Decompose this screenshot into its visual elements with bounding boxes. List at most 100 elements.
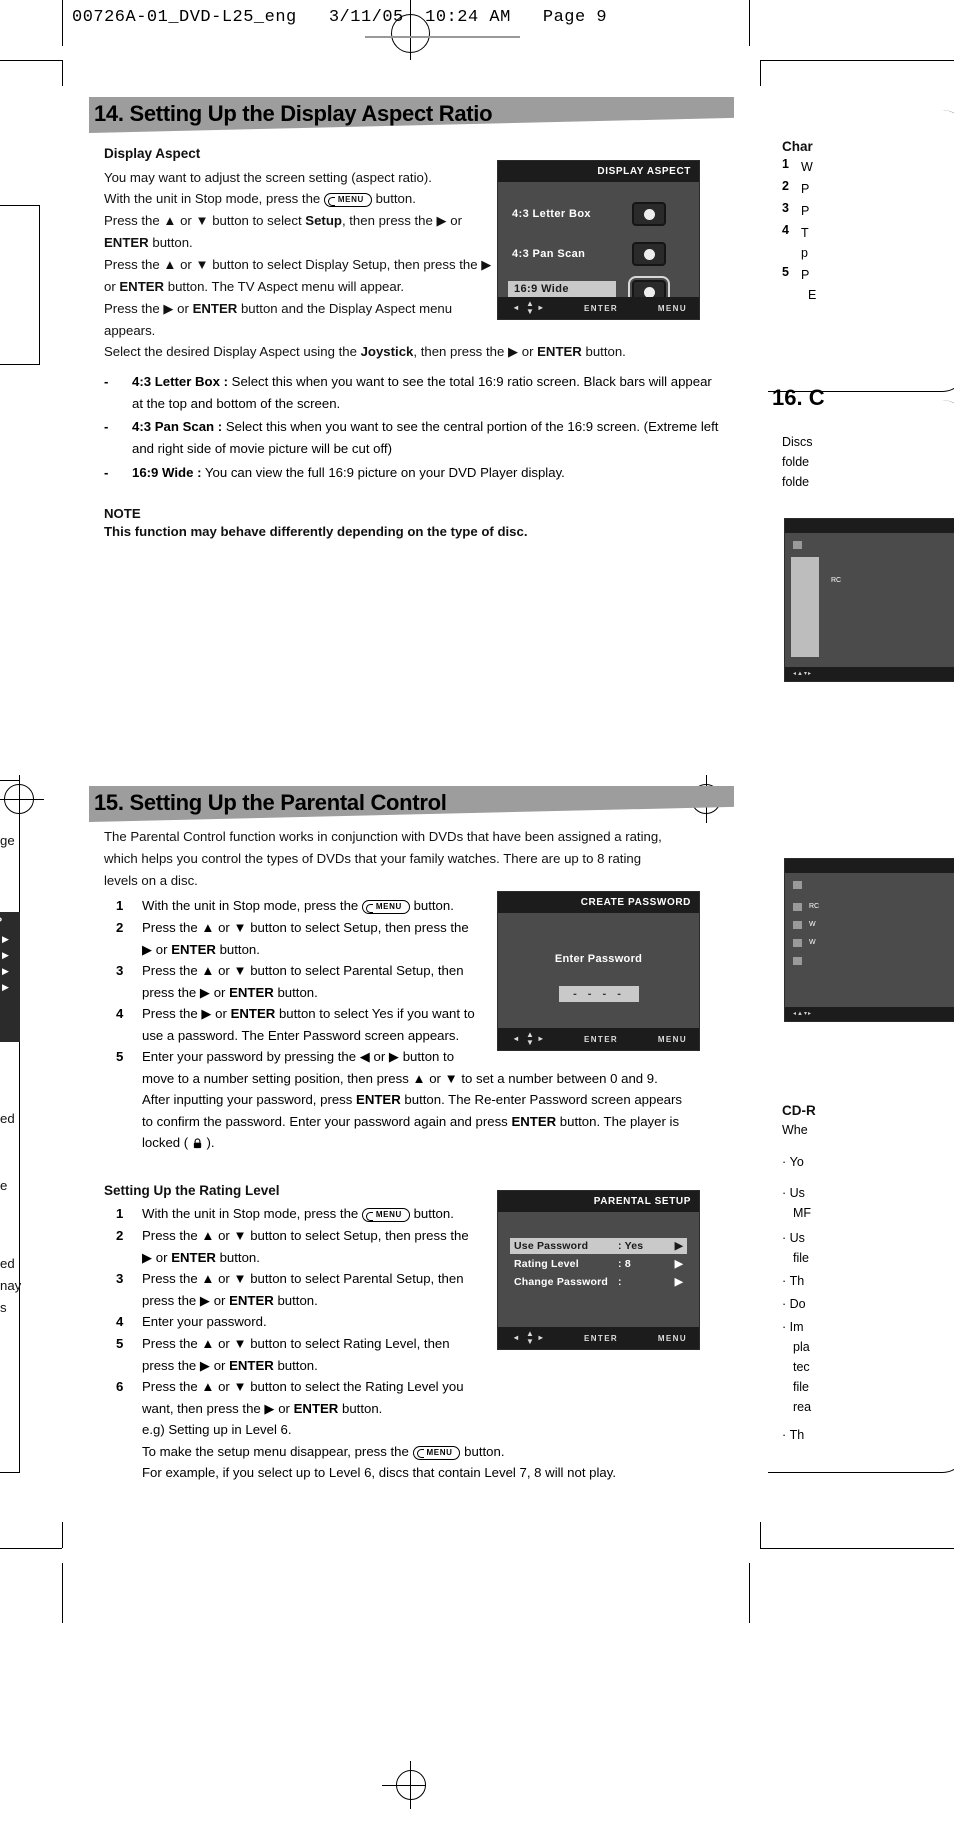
chevron-right-icon: ▶ <box>674 1276 683 1288</box>
bullet-dash: - <box>104 374 109 389</box>
step-text: Press the ▲ or ▼ button to select Parent… <box>142 960 496 1003</box>
section-14-line-7: Press the ▶ or ENTER button and the Disp… <box>104 298 452 320</box>
bullet-text: 16:9 Wide : You can view the full 16:9 p… <box>132 462 722 484</box>
step-line-4-post: button. <box>464 1443 505 1459</box>
section-14-line-9: Select the desired Display Aspect using … <box>104 341 626 363</box>
step-line-4: to confirm the password. Enter your pass… <box>142 1111 726 1133</box>
step-line-2a: press the ▶ or <box>142 984 230 1000</box>
parental-setup-osd-footer: ◂ ▲ ▼ ▸ ENTER MENU <box>498 1327 699 1349</box>
cdr-bullet-6-l5: rea <box>793 1400 812 1414</box>
section-14-bullet-letterbox: - 4:3 Letter Box : Select this when you … <box>104 371 722 414</box>
joystick-icon: ◂ ▲ ▼ ▸ <box>514 1030 544 1047</box>
step-number: 2 <box>116 1228 124 1243</box>
section-14-line-6a: or <box>104 279 120 294</box>
section-14-line-9e: button. <box>581 344 626 359</box>
right-step-text-4: T <box>801 226 809 240</box>
display-aspect-osd[interactable]: DISPLAY ASPECT 4:3 Letter Box 4:3 Pan Sc… <box>497 160 700 320</box>
section-14-enter-keyword-4: ENTER <box>537 344 582 359</box>
left-fragment-5: s <box>0 1300 7 1315</box>
rating-step-4: 4 Enter your password. <box>116 1311 496 1333</box>
step-line-3c: button. The Re-enter Password screen app… <box>400 1092 682 1107</box>
parental-row-rating-level[interactable]: Rating Level : 8 ▶ <box>510 1256 687 1272</box>
cdr-bullet-6-l3: tec <box>793 1360 810 1374</box>
osd-footer-enter-label: ENTER <box>584 304 619 313</box>
joystick-icon: ◂ ▲ ▼ ▸ <box>514 1329 544 1346</box>
section-14-title: 14. Setting Up the Display Aspect Ratio <box>94 101 493 126</box>
section-14-line-3: Press the ▲ or ▼ button to select Setup,… <box>104 210 462 232</box>
parental-row-change-password[interactable]: Change Password : ▶ <box>510 1274 687 1290</box>
crop-mark-left-bottom <box>62 1563 63 1623</box>
step-text-pre: With the unit in Stop mode, press the <box>142 898 359 913</box>
bullet-dash: - <box>104 419 109 434</box>
right-step-number-5: 5 <box>782 265 789 279</box>
step-text-post: button. <box>413 1206 454 1221</box>
step-line-1: Press the ▲ or ▼ button to select Parent… <box>142 1271 464 1286</box>
section-14-bullet-panscan: - 4:3 Pan Scan : Select this when you wa… <box>104 416 722 459</box>
section-14-title-bar: 14. Setting Up the Display Aspect Ratio <box>89 97 734 133</box>
cdr-intro: Whe <box>782 1123 808 1137</box>
display-aspect-option-letterbox[interactable]: 4:3 Letter Box <box>512 208 591 220</box>
menu-button-icon: MENU <box>361 1208 410 1222</box>
step-number: 1 <box>116 1206 124 1221</box>
display-aspect-option-169wide[interactable]: 16:9 Wide <box>508 281 616 297</box>
right-step-text-1: W <box>801 160 813 174</box>
step-line-4: To make the setup menu disappear, press … <box>142 1441 726 1463</box>
section-14-bullet-169wide: - 16:9 Wide : You can view the full 16:9… <box>104 462 722 484</box>
cdr-bullet-7-text: Th <box>789 1428 805 1442</box>
left-mini-arrow-2: ▶ <box>2 934 9 944</box>
step-line-1: Press the ▲ or ▼ button to select Rating… <box>142 1336 450 1351</box>
parental-setup-osd[interactable]: PARENTAL SETUP Use Password : Yes ▶ Rati… <box>497 1190 700 1350</box>
step-number: 3 <box>116 963 124 978</box>
page-header-rule <box>365 36 520 38</box>
display-aspect-subheading: Display Aspect <box>104 146 201 161</box>
create-password-osd[interactable]: CREATE PASSWORD Enter Password - - - - ◂… <box>497 891 700 1051</box>
joystick-down-arrow: ▼ <box>526 1337 536 1346</box>
right-osd-mini-2-footer: ◂▲▾▸ <box>785 1007 954 1021</box>
password-input-field[interactable]: - - - - <box>559 986 639 1002</box>
parental-row-use-password[interactable]: Use Password : Yes ▶ <box>510 1238 687 1254</box>
tv-icon-letterbox[interactable] <box>632 202 666 226</box>
step-line-2c: button. <box>215 1249 260 1265</box>
section-15-step-5: 5 Enter your password by pressing the ◀ … <box>116 1046 726 1154</box>
rating-step-6: 6 Press the ▲ or ▼ button to select the … <box>116 1376 726 1484</box>
osd-footer-menu-label: MENU <box>657 1334 687 1343</box>
cdr-bullet-2-text: Us <box>789 1186 805 1200</box>
cdr-bullet-5: · Do <box>782 1297 806 1311</box>
cdr-bullet-7: · Th <box>782 1428 805 1442</box>
joystick-right-arrow: ▸ <box>538 1333 544 1342</box>
page-header-text: 00726A-01_DVD-L25_eng 3/11/05 10:24 AM P… <box>72 8 608 27</box>
left-mini-osd: TUP ▶ ▶ ▶ ▶ ▶ U <box>0 912 20 1042</box>
osd-footer-enter-label: ENTER <box>584 1334 619 1343</box>
section-14-line-6: or ENTER button. The TV Aspect menu will… <box>104 276 404 298</box>
crop-mark-bottomright-h <box>760 1548 954 1549</box>
left-fragment-4: nay <box>0 1278 22 1293</box>
step-line-1a: Press the ▶ or <box>142 1006 231 1021</box>
section-14-line-2: With the unit in Stop mode, press the ME… <box>104 188 416 210</box>
step-enter-keyword: ENTER <box>229 1292 274 1308</box>
right-step-number-4: 4 <box>782 223 789 237</box>
create-password-osd-footer: ◂ ▲ ▼ ▸ ENTER MENU <box>498 1028 699 1050</box>
joystick-icon: ◂▲▾▸ <box>793 671 812 677</box>
menu-button-icon: MENU <box>323 193 372 207</box>
display-aspect-option-panscan[interactable]: 4:3 Pan Scan <box>512 248 585 260</box>
right-step-text-5: P <box>801 268 810 282</box>
bullet-term: 4:3 Letter Box : <box>132 374 228 389</box>
tv-icon-panscan[interactable] <box>632 242 666 266</box>
step-text: Press the ▲ or ▼ button to select Rating… <box>142 1333 496 1376</box>
right-osd-mini-2[interactable]: RC W W ◂▲▾▸ <box>784 858 954 1022</box>
step-number: 6 <box>116 1379 124 1394</box>
rating-step-2: 2 Press the ▲ or ▼ button to select Setu… <box>116 1225 496 1268</box>
right-paragraph-line-1: Discs <box>782 435 813 449</box>
step-line-3: After inputting your password, press ENT… <box>142 1089 726 1111</box>
step-enter-keyword: ENTER <box>230 1006 276 1021</box>
osd-footer-enter-label: ENTER <box>584 1035 619 1044</box>
step-line-1c: button to select Yes if you want to <box>275 1006 475 1021</box>
right-osd-mini-1[interactable]: RC ◂▲▾▸ <box>784 518 954 682</box>
parental-setup-osd-title: PARENTAL SETUP <box>498 1191 699 1212</box>
step-line-3a: After inputting your password, press <box>142 1092 357 1107</box>
step-enter-keyword-2: ENTER <box>511 1113 557 1129</box>
bullet-text: 4:3 Pan Scan : Select this when you want… <box>132 416 722 459</box>
left-fragment-3: ed <box>0 1256 15 1271</box>
chevron-right-icon: ▶ <box>674 1258 683 1270</box>
parental-row-key: Change Password <box>514 1276 609 1288</box>
